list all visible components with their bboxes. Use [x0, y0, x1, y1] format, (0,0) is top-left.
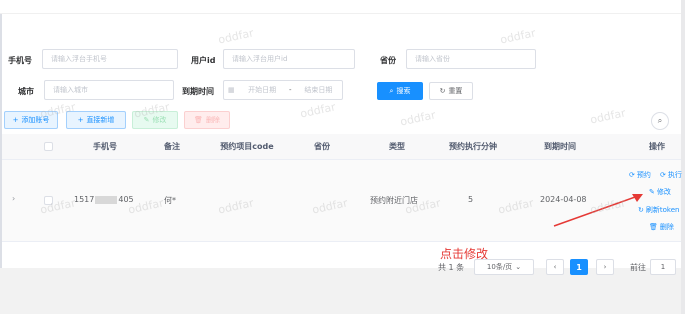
goto-page-input[interactable]: 1	[650, 259, 676, 275]
phone-cell: 1517 405	[74, 195, 134, 204]
reset-button[interactable]: ↻ 重置	[429, 82, 473, 100]
row-edit-label: 修改	[656, 188, 671, 196]
date-separator: -	[288, 86, 292, 94]
calendar-icon: ▦	[227, 86, 235, 94]
column-header[interactable]: 手机号	[80, 134, 130, 160]
prev-page-button[interactable]: ‹	[546, 259, 564, 275]
phone-input[interactable]: 请输入浮台手机号	[42, 49, 178, 69]
phone-suffix: 405	[118, 195, 134, 204]
search-button-label: 搜索	[396, 87, 411, 95]
goto-label: 前往	[630, 262, 646, 272]
annotation-arrow	[553, 194, 643, 227]
column-header[interactable]: 到期时间	[532, 134, 588, 160]
type-cell: 预约附近门店	[370, 196, 418, 205]
add-account-label: 添加账号	[21, 116, 50, 124]
phone-label: 手机号	[8, 56, 32, 65]
province-label: 省份	[380, 56, 396, 65]
trash-icon: 🗑	[194, 116, 203, 124]
city-label: 城市	[18, 87, 34, 96]
watermark: oddfar	[589, 106, 627, 127]
plus-icon: +	[77, 116, 84, 124]
userid-input[interactable]: 请输入浮台用户id	[223, 49, 355, 69]
date-start[interactable]: 开始日期	[239, 85, 286, 95]
row-delete-link[interactable]: 🗑 删除	[649, 222, 674, 232]
row-delete-label: 删除	[659, 223, 674, 231]
execute-link[interactable]: ⟳ 执行	[660, 170, 682, 180]
edit-button[interactable]: ✎ 修改	[132, 111, 178, 129]
chevron-right-icon: ›	[603, 263, 607, 271]
phone-prefix: 1517	[74, 195, 95, 204]
page-size-value: 10条/页	[486, 263, 513, 271]
top-edge	[0, 0, 685, 14]
trash-icon: 🗑	[649, 223, 658, 231]
toggle-search-button[interactable]: ⌕	[651, 112, 669, 130]
column-header[interactable]: 备注	[152, 134, 192, 160]
reset-button-label: 重置	[448, 87, 463, 95]
chevron-left-icon: ‹	[553, 263, 557, 271]
watermark: oddfar	[499, 26, 537, 47]
minutes-cell: 5	[468, 195, 474, 204]
right-scrollbar-track[interactable]	[681, 0, 685, 314]
search-button[interactable]: ⌕ 搜索	[377, 82, 423, 100]
refresh-icon: ↻	[439, 87, 446, 95]
row-checkbox[interactable]	[44, 196, 53, 205]
city-input[interactable]: 请输入城市	[44, 80, 174, 100]
delete-button[interactable]: 🗑 删除	[184, 111, 230, 129]
column-header[interactable]: 预约项目code	[212, 134, 282, 160]
expand-row-icon[interactable]: ›	[12, 194, 15, 203]
refresh-token-label: 刷新token	[645, 206, 680, 214]
next-page-button[interactable]: ›	[596, 259, 614, 275]
reserve-icon: ⟳	[629, 171, 635, 179]
plus-icon: +	[12, 116, 19, 124]
search-icon: ⌕	[657, 116, 663, 125]
delete-label: 删除	[205, 116, 220, 124]
date-end[interactable]: 结束日期	[295, 85, 342, 95]
remark-cell: 何*	[164, 196, 176, 205]
page-size-select[interactable]: 10条/页 ⌄	[474, 259, 534, 275]
masked-digits	[95, 195, 118, 204]
column-header[interactable]: 省份	[302, 134, 342, 160]
table-header: 手机号 备注 预约项目code 省份 类型 预约执行分钟 到期时间 操作	[2, 134, 681, 160]
expire-label: 到期时间	[182, 87, 214, 96]
expire-date-range[interactable]: ▦ 开始日期 - 结束日期	[223, 80, 343, 100]
direct-add-button[interactable]: + 直接新增	[66, 111, 126, 129]
column-header[interactable]: 类型	[377, 134, 417, 160]
direct-add-label: 直接新增	[86, 116, 115, 124]
watermark: oddfar	[399, 108, 437, 129]
edit-label: 修改	[152, 116, 167, 124]
pagination-total: 共 1 条	[438, 262, 465, 272]
province-input[interactable]: 请输入省份	[406, 49, 536, 69]
watermark: oddfar	[217, 26, 255, 47]
execute-icon: ⟳	[660, 171, 666, 179]
search-icon: ⌕	[389, 86, 394, 95]
edit-icon: ✎	[143, 116, 150, 124]
reserve-link[interactable]: ⟳ 预约	[629, 170, 651, 180]
add-account-button[interactable]: + 添加账号	[4, 111, 58, 129]
column-header[interactable]: 操作	[642, 134, 672, 160]
row-edit-link[interactable]: ✎ 修改	[649, 187, 671, 197]
current-page[interactable]: 1	[570, 259, 588, 275]
watermark: oddfar	[299, 100, 337, 121]
column-header[interactable]: 预约执行分钟	[440, 134, 506, 160]
execute-label: 执行	[667, 171, 682, 179]
select-all-checkbox[interactable]	[44, 142, 53, 151]
userid-label: 用户id	[191, 56, 216, 65]
chevron-down-icon: ⌄	[515, 263, 522, 271]
reserve-label: 预约	[636, 171, 651, 179]
